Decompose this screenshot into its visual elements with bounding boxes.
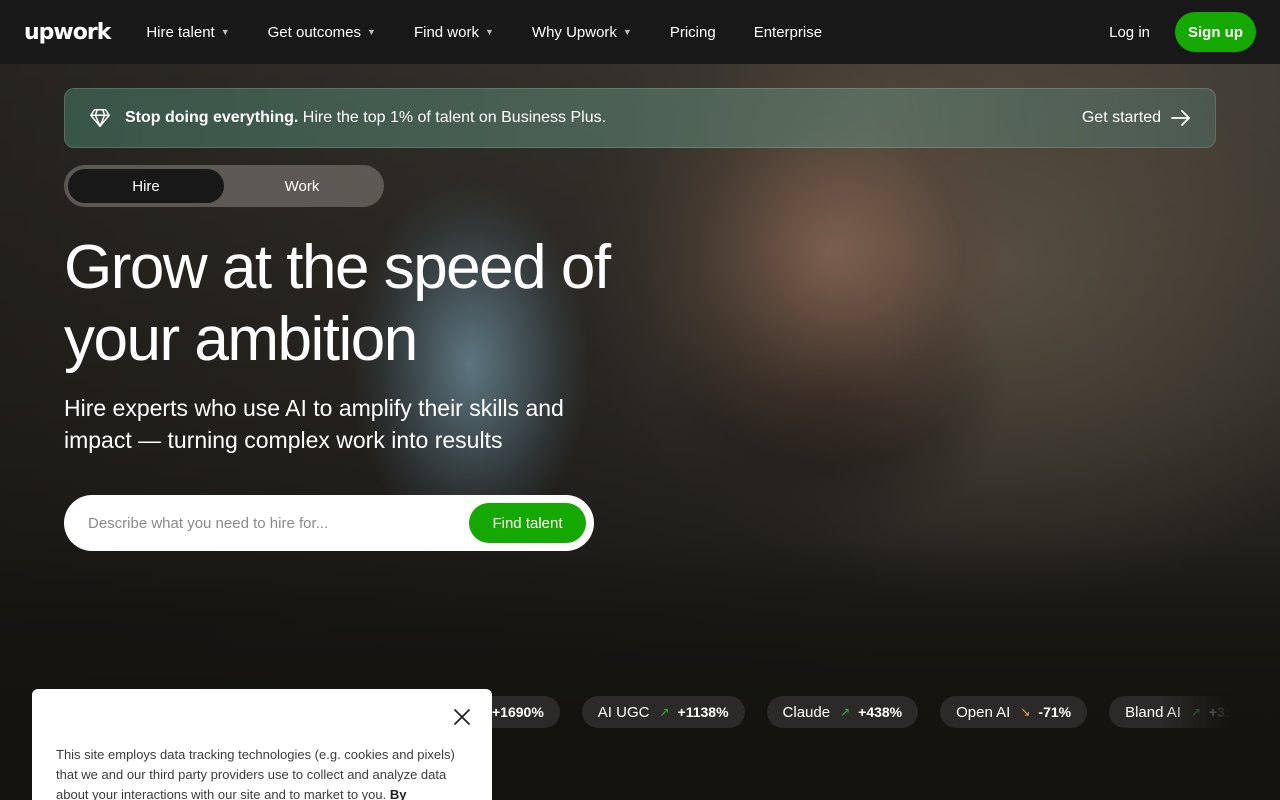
nav-label: Get outcomes [267, 23, 362, 41]
toggle-hire[interactable]: Hire [68, 169, 224, 203]
chevron-down-icon: ▼ [484, 27, 494, 37]
signup-button[interactable]: Sign up [1175, 12, 1256, 52]
nav-hire-talent[interactable]: Hire talent ▼ [146, 24, 229, 41]
trend-value: -71% [1038, 704, 1072, 720]
arrow-right-icon [1171, 110, 1190, 126]
trend-up-icon: ↗ [659, 705, 670, 719]
nav-find-work[interactable]: Find work ▼ [414, 24, 494, 41]
diamond-icon [90, 109, 110, 127]
chevron-down-icon: ▼ [622, 27, 632, 37]
hero-headline: Grow at the speed of your ambition [64, 233, 611, 374]
banner-text: Stop doing everything. Hire the top 1% o… [125, 109, 606, 127]
chevron-down-icon: ▼ [367, 27, 376, 37]
nav-label: Why Upwork [531, 23, 617, 41]
nav-label: Pricing [669, 23, 716, 41]
cookie-consent-panel: This site employs data tracking technolo… [32, 689, 492, 800]
nav-get-outcomes[interactable]: Get outcomes ▼ [268, 24, 376, 41]
business-plus-banner[interactable]: Stop doing everything. Hire the top 1% o… [64, 88, 1216, 148]
trend-label: Open AI [956, 703, 1011, 721]
nav-label: Hire talent [146, 23, 215, 41]
chevron-down-icon: ▼ [220, 27, 230, 37]
trend-value: +438% [858, 704, 903, 720]
nav-why-upwork[interactable]: Why Upwork ▼ [532, 24, 632, 41]
trend-label: Claude [782, 703, 831, 721]
carousel-fade [1160, 692, 1230, 732]
login-link[interactable]: Log in [1109, 24, 1150, 41]
talent-search-input[interactable] [88, 514, 469, 532]
cookie-text: This site employs data tracking technolo… [56, 745, 468, 800]
talent-search-bar: Find talent [64, 495, 594, 551]
banner-body-text: Hire the top 1% of talent on Business Pl… [298, 109, 607, 126]
hire-work-toggle: Hire Work [64, 165, 384, 207]
nav-enterprise[interactable]: Enterprise [754, 24, 822, 41]
trend-chip[interactable]: AI UGC ↗ +1138% [581, 696, 745, 728]
nav-actions: Log in Sign up [1109, 12, 1256, 52]
trend-down-icon: ↘ [1020, 705, 1031, 719]
nav-label: Enterprise [753, 23, 823, 41]
upwork-logo[interactable]: upwork [24, 20, 111, 45]
trend-value: +1690% [492, 704, 544, 720]
trend-value: +1138% [677, 704, 729, 720]
trend-label: AI UGC [597, 703, 650, 721]
find-talent-button[interactable]: Find talent [469, 503, 586, 543]
nav-pricing[interactable]: Pricing [670, 24, 716, 41]
hero-subhead: Hire experts who use AI to amplify their… [64, 395, 564, 453]
banner-bold-text: Stop doing everything. [125, 109, 299, 126]
trend-chip[interactable]: Claude ↗ +438% [766, 696, 919, 728]
trending-skills-carousel: +1690% AI UGC ↗ +1138% Claude ↗ +438% Open AI ↘ -… [420, 696, 1230, 728]
get-started-link[interactable]: Get started [1082, 109, 1191, 127]
top-navigation: upwork Hire talent ▼ Get outcomes ▼ Find… [0, 0, 1280, 64]
close-icon[interactable] [452, 707, 472, 727]
nav-label: Find work [413, 23, 479, 41]
toggle-work[interactable]: Work [224, 169, 380, 203]
cta-label: Get started [1081, 109, 1161, 126]
trend-up-icon: ↗ [840, 705, 851, 719]
trend-chip[interactable]: Open AI ↘ -71% [940, 696, 1088, 728]
